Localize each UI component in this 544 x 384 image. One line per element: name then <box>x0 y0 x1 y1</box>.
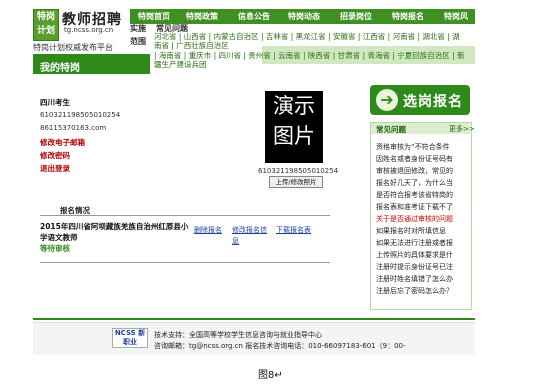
apply-button-label[interactable]: 选岗报名 <box>403 91 463 111</box>
photo-placeholder-text: 演示图片 <box>273 94 315 148</box>
footer-divider <box>33 318 475 320</box>
brand-tagline: 特岗计划权威发布平台 <box>33 43 113 52</box>
status-badge: 等待审核 <box>40 244 70 253</box>
faq-more-link[interactable]: 更多>> <box>449 124 475 134</box>
top-nav: 特岗首页 特岗政策 信息公告 特岗动态 招录岗位 特岗报名 特岗风 <box>130 9 475 24</box>
footer-support-text: 技术支持：全国高等学校学生信息咨询与就业指导中心 <box>154 331 322 339</box>
faq-item[interactable]: 因姓名或者身份证号码有 <box>376 154 468 164</box>
figure-caption: 图8↵ <box>258 370 283 381</box>
change-password-link[interactable]: 修改密码 <box>40 150 70 161</box>
photo-id-number: 610321198505010254 <box>258 167 339 175</box>
nav-item-policy[interactable]: 特岗政策 <box>186 11 218 22</box>
scope-label: 范围 <box>130 37 146 46</box>
faq-item[interactable]: 是否符合报考该省特岗的 <box>376 190 468 200</box>
job-name: 2015年四川省阿坝藏族羌族自治州红原县小学语文教师 <box>40 222 189 242</box>
faq-item[interactable]: 注册时提示身份证号已注 <box>376 262 468 272</box>
user-email: 86115370163.com <box>40 124 107 132</box>
user-name: 四川考生 <box>40 98 70 107</box>
nav-item-positions[interactable]: 招录岗位 <box>340 11 372 22</box>
faq-item[interactable]: 上传照片的具体要求是什 <box>376 250 468 260</box>
faq-item[interactable]: 注册后忘了密码怎么办？ <box>376 286 468 296</box>
faq-item[interactable]: 注册时姓名填错了怎么办 <box>376 274 468 284</box>
download-form-link[interactable]: 下载报名表 <box>276 225 312 236</box>
page-title: 我的特岗 <box>40 63 80 74</box>
footer-logo: NCSS 新职业 <box>112 328 148 348</box>
nav-item-home[interactable]: 特岗首页 <box>138 11 170 22</box>
faq-item[interactable]: 资格审核为“不符合条件 <box>376 142 468 152</box>
upload-photo-button[interactable]: 上传/修改照片 <box>269 176 323 188</box>
nav-item-register[interactable]: 特岗报名 <box>392 11 424 22</box>
nav-item-notice[interactable]: 信息公告 <box>238 11 270 22</box>
change-email-link[interactable]: 修改电子邮箱 <box>40 137 85 148</box>
user-id-number: 610321198505010254 <box>40 111 121 119</box>
edit-registration-link[interactable]: 修改报名信息 <box>232 225 268 247</box>
logout-link[interactable]: 退出登录 <box>40 163 70 174</box>
profile-photo: 演示图片 <box>265 91 323 163</box>
scope-label: 实施 <box>130 24 146 33</box>
faq-item[interactable]: 如果报名时对所填信息 <box>376 226 468 236</box>
faq-item[interactable]: 报名表和准考证下载不了 <box>376 202 468 212</box>
faq-title: 常见问题 <box>376 125 406 134</box>
footer-contact-text: 咨询邮箱：tg@ncss.org.cn 报名技术咨询电话：010-6609718… <box>154 342 406 350</box>
arrow-right-icon: ➔ <box>376 89 398 111</box>
province-links[interactable]: 疆生产建设兵团 <box>154 59 207 70</box>
faq-item[interactable]: 审核被退回修改，常见的 <box>376 166 468 176</box>
faq-item[interactable]: 如果无法进行注册或者报 <box>376 238 468 248</box>
nav-item-news[interactable]: 特岗动态 <box>288 11 320 22</box>
faq-item[interactable]: 报名好几天了，为什么当 <box>376 178 468 188</box>
delete-registration-link[interactable]: 删除报名 <box>194 225 230 236</box>
divider <box>40 215 330 216</box>
brand-url: tg.ncss.org.cn <box>64 26 114 34</box>
nav-item-style[interactable]: 特岗风 <box>444 11 468 22</box>
divider <box>40 262 330 263</box>
faq-item[interactable]: 关于是否通过审核的问题 <box>376 214 468 224</box>
site-logo[interactable]: 特岗计划 <box>33 9 59 41</box>
